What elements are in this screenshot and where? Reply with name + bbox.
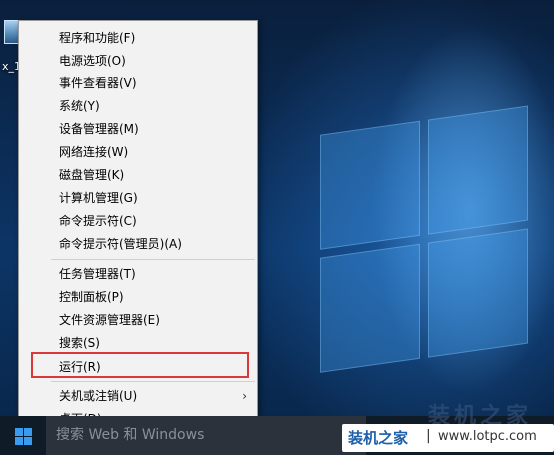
menu-item-network-connections[interactable]: 网络连接(W) [19, 141, 257, 163]
menu-item-task-manager[interactable]: 任务管理器(T) [19, 263, 257, 285]
watermark-separator: | [426, 428, 431, 444]
menu-item-disk-management[interactable]: 磁盘管理(K) [19, 164, 257, 186]
menu-item-system[interactable]: 系统(Y) [19, 95, 257, 117]
menu-item-command-prompt-admin[interactable]: 命令提示符(管理员)(A) [19, 233, 257, 255]
watermark-banner: 装机之家 | www.lotpc.com [342, 424, 554, 452]
watermark-url: www.lotpc.com [438, 429, 537, 444]
menu-item-search[interactable]: 搜索(S) [19, 332, 257, 354]
start-button[interactable] [0, 416, 46, 455]
menu-separator [51, 381, 255, 382]
watermark-brand: 装机之家 [348, 429, 409, 447]
run-highlight-box [31, 352, 249, 378]
menu-item-computer-management[interactable]: 计算机管理(G) [19, 187, 257, 209]
taskbar-search-input[interactable]: 搜索 Web 和 Windows [46, 416, 366, 455]
menu-item-shutdown-signout[interactable]: 关机或注销(U) › [19, 385, 257, 407]
menu-separator [51, 259, 255, 260]
windows-wallpaper-logo [320, 105, 530, 375]
menu-item-command-prompt[interactable]: 命令提示符(C) [19, 210, 257, 232]
menu-item-device-manager[interactable]: 设备管理器(M) [19, 118, 257, 140]
menu-item-control-panel[interactable]: 控制面板(P) [19, 286, 257, 308]
menu-item-programs-features[interactable]: 程序和功能(F) [19, 27, 257, 49]
menu-item-file-explorer[interactable]: 文件资源管理器(E) [19, 309, 257, 331]
chevron-right-icon: › [242, 389, 247, 403]
menu-item-event-viewer[interactable]: 事件查看器(V) [19, 72, 257, 94]
menu-item-label: 关机或注销(U) [59, 389, 138, 403]
menu-item-power-options[interactable]: 电源选项(O) [19, 50, 257, 72]
